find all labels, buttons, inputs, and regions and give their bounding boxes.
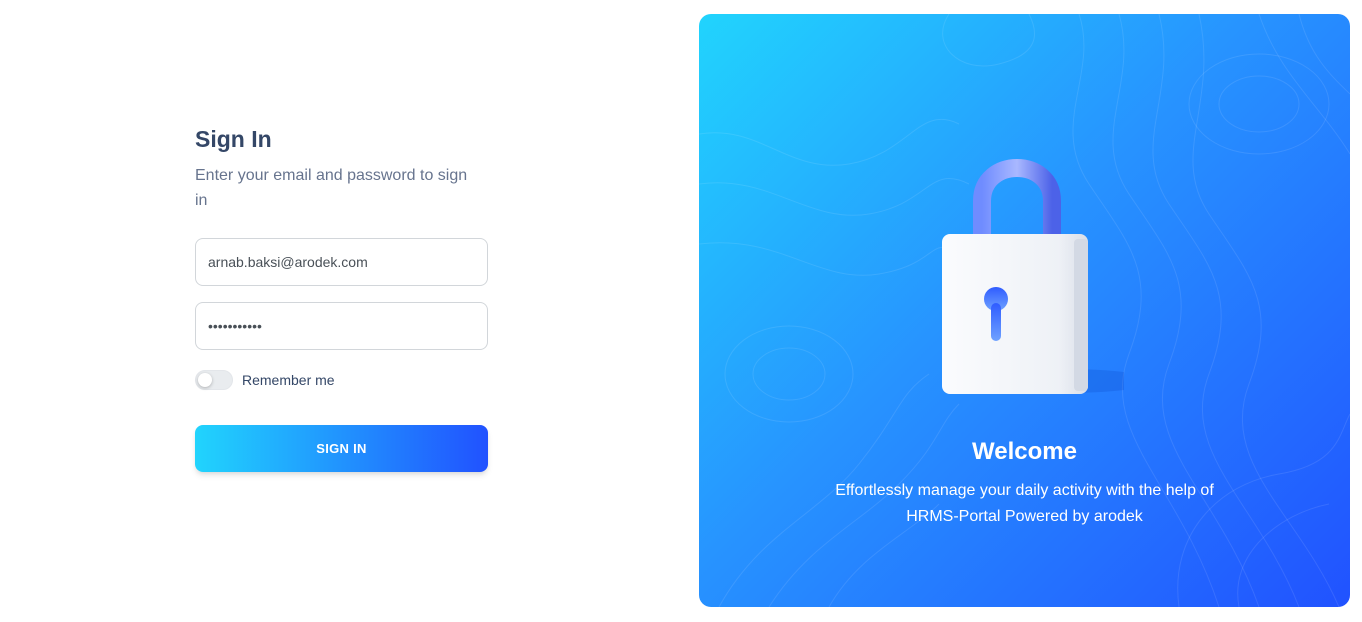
email-field[interactable] — [195, 238, 488, 286]
signin-button[interactable]: SIGN IN — [195, 425, 488, 472]
welcome-title: Welcome — [972, 438, 1077, 465]
signin-title: Sign In — [195, 126, 272, 152]
email-input[interactable] — [208, 254, 475, 270]
signin-subtitle: Enter your email and password to sign in — [195, 167, 468, 209]
remember-me-label[interactable]: Remember me — [242, 372, 335, 388]
signin-form: Sign In Enter your email and password to… — [195, 120, 488, 472]
welcome-text: Effortlessly manage your daily activity … — [835, 482, 1214, 525]
password-input[interactable]: ••••••••••• — [208, 318, 262, 334]
remember-me-toggle[interactable] — [195, 370, 233, 390]
padlock-icon — [942, 159, 1124, 394]
password-field[interactable]: ••••••••••• — [195, 302, 488, 350]
welcome-panel: Welcome Effortlessly manage your daily a… — [699, 14, 1350, 607]
remember-me-row: Remember me — [195, 369, 488, 391]
login-page: Sign In Enter your email and password to… — [0, 0, 1362, 622]
toggle-knob — [198, 373, 212, 387]
